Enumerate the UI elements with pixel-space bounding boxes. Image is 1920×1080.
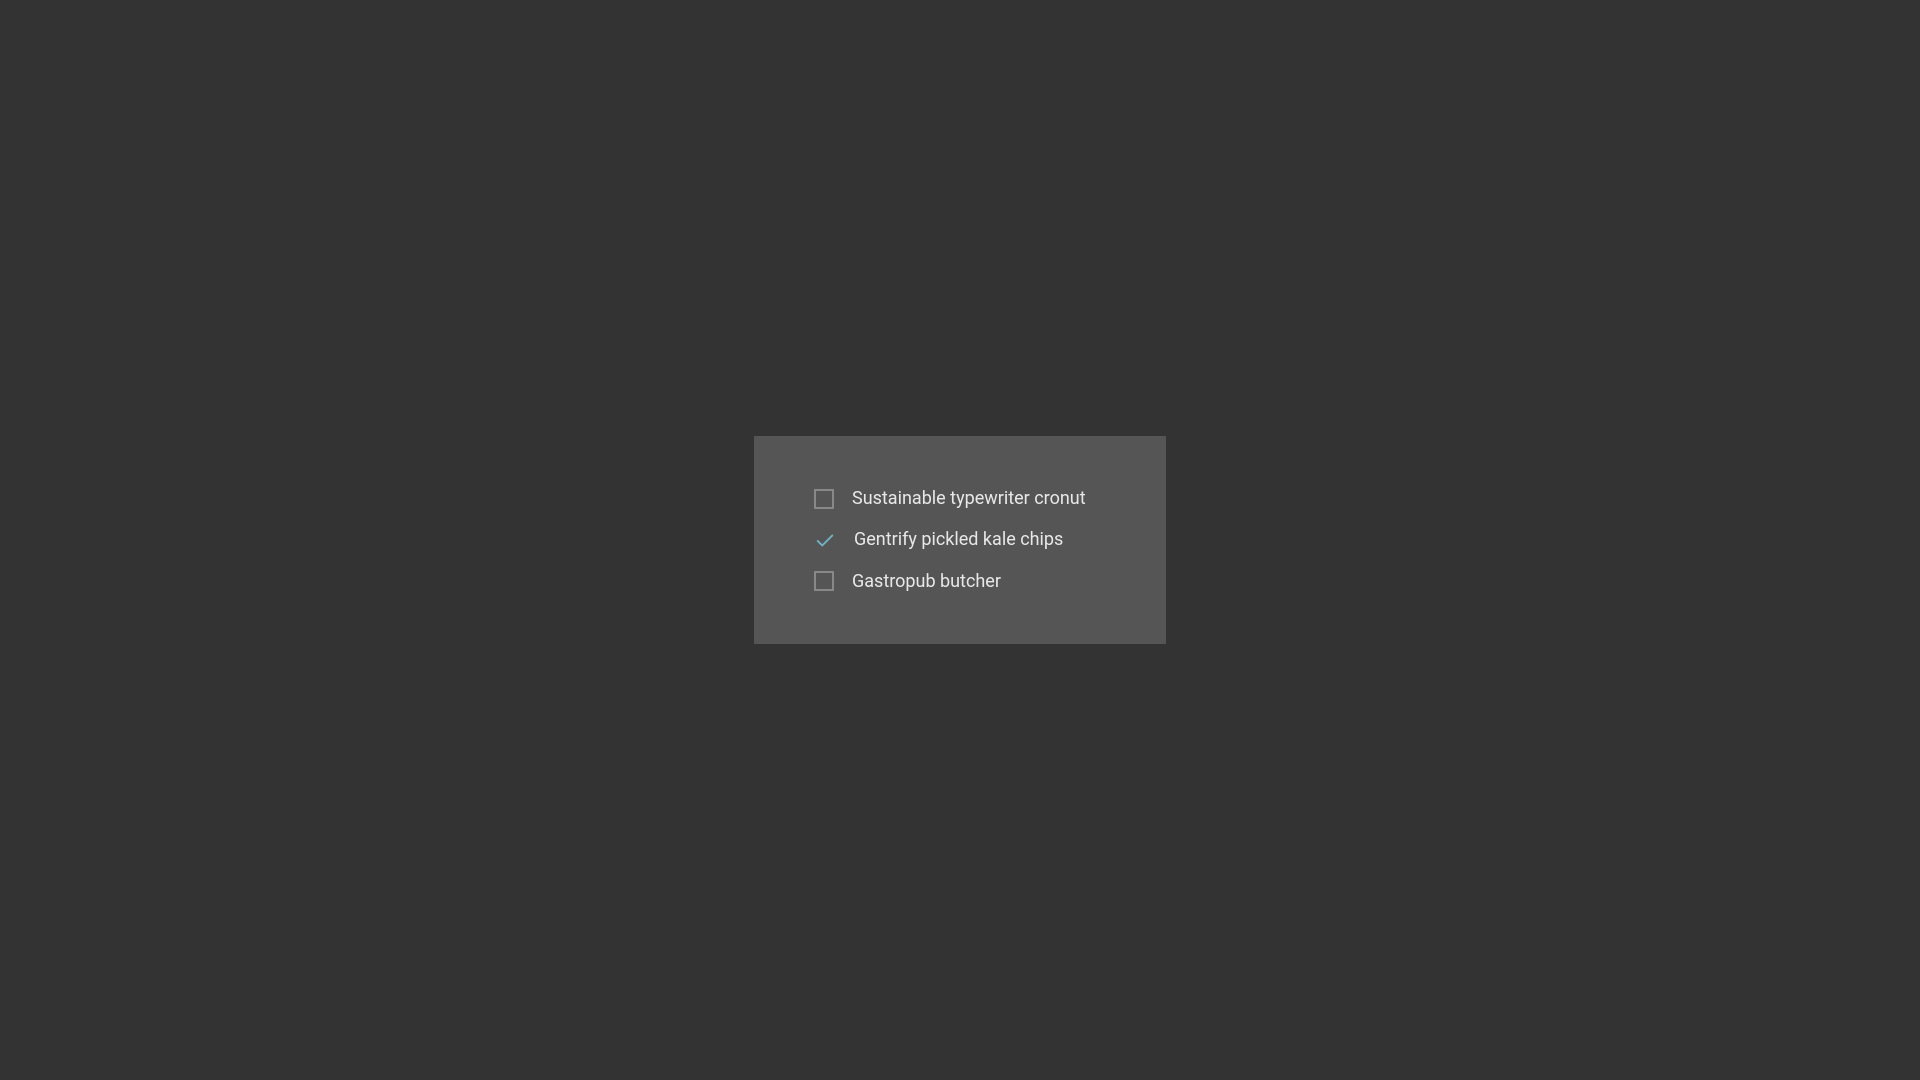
checkbox-row-2[interactable]: Gastropub butcher [814,569,1106,594]
checkbox-panel: Sustainable typewriter cronut Gentrify p… [754,436,1166,644]
checkbox-checked-icon [814,529,836,551]
checkbox-unchecked-icon [814,489,834,509]
checkbox-row-0[interactable]: Sustainable typewriter cronut [814,486,1106,511]
checkbox-label: Gastropub butcher [852,569,1001,594]
checkbox-unchecked-icon [814,571,834,591]
checkbox-label: Gentrify pickled kale chips [854,527,1063,552]
checkbox-row-1[interactable]: Gentrify pickled kale chips [814,527,1106,552]
checkbox-label: Sustainable typewriter cronut [852,486,1086,511]
